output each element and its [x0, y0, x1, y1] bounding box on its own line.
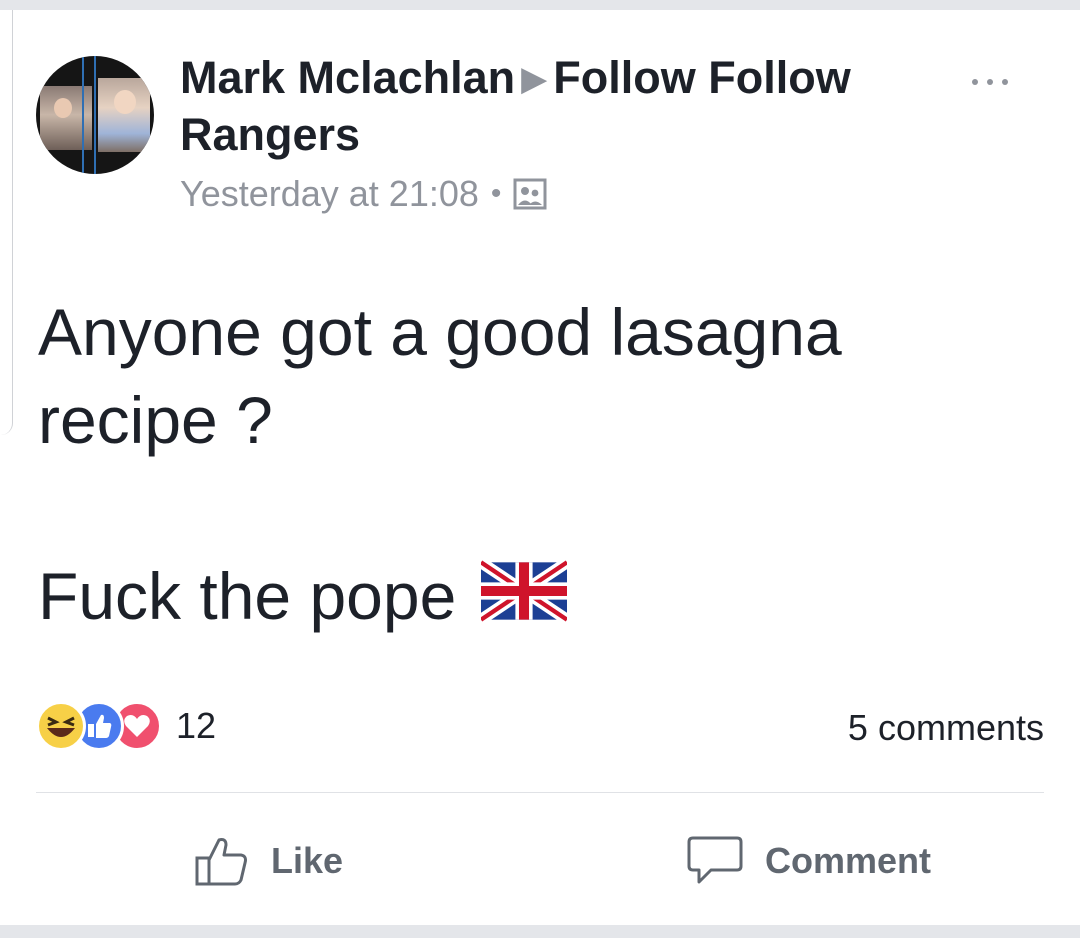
post-text-closing: Fuck the pope	[38, 559, 457, 633]
top-band	[0, 0, 1080, 10]
post-meta: Yesterday at 21:08 •	[180, 170, 547, 218]
post-body: Anyone got a good lasagna recipe ? Fuck …	[38, 288, 1038, 640]
comment-label: Comment	[765, 840, 932, 881]
avatar-face-right	[114, 90, 136, 114]
post-header: Mark Mclachlan ▶ Follow Follow Rangers	[180, 50, 940, 163]
avatar-frame-line	[94, 56, 96, 174]
avatar[interactable]	[36, 56, 154, 174]
bottom-band	[0, 925, 1080, 938]
album-icon	[513, 178, 547, 210]
avatar-face-left	[54, 98, 72, 118]
haha-reaction-icon	[36, 701, 86, 751]
meta-separator: •	[490, 177, 502, 210]
reactions-summary[interactable]: 12	[36, 698, 216, 754]
author-name[interactable]: Mark Mclachlan	[180, 52, 515, 103]
like-label: Like	[271, 840, 344, 881]
post-timestamp[interactable]: Yesterday at 21:08	[180, 173, 479, 215]
share-arrow-icon: ▶	[521, 60, 548, 98]
avatar-frame-line	[82, 56, 84, 174]
thumbs-up-icon	[195, 838, 247, 886]
more-options-icon[interactable]	[972, 70, 1032, 94]
avatar-photo-left	[40, 86, 92, 150]
post-card: Mark Mclachlan ▶ Follow Follow Rangers Yes…	[0, 10, 1080, 925]
comments-count[interactable]: 5 comments	[848, 707, 1044, 749]
post-text-line-2: Fuck the pope	[38, 552, 1038, 640]
union-jack-flag-icon	[480, 559, 567, 623]
like-button[interactable]: Like	[193, 826, 343, 896]
post-text-line: Anyone got a good lasagna recipe ?	[38, 295, 842, 457]
divider	[36, 792, 1044, 793]
reaction-count: 12	[176, 705, 217, 746]
comment-button[interactable]: Comment	[685, 826, 931, 896]
comment-bubble-icon	[687, 836, 743, 884]
